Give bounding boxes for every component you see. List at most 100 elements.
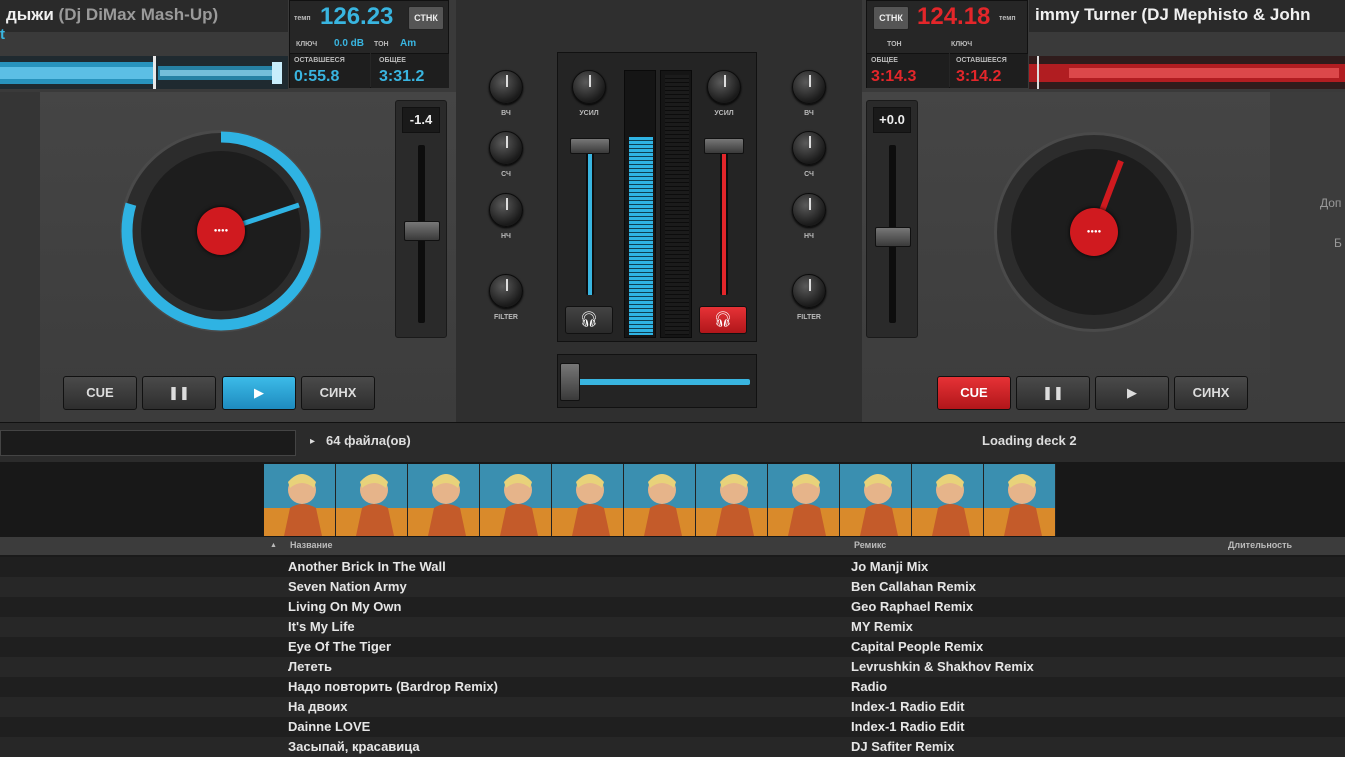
deck-right-cue-button[interactable]: CUE — [937, 376, 1011, 410]
album-cover[interactable] — [408, 464, 480, 536]
volume-left-track[interactable] — [586, 140, 594, 295]
volume-left-fader[interactable] — [570, 138, 610, 154]
deck-right-info: СТНК 124.18 темп ТОН КЛЮЧ ОБЩЕЕ 3:14.3 О… — [866, 0, 1028, 88]
file-count: 64 файла(ов) — [326, 433, 411, 448]
deck-right-pause-button[interactable]: ❚❚ — [1016, 376, 1090, 410]
table-header: ▲ Название Ремикс Длительность — [0, 537, 1345, 555]
eq-right-high-knob[interactable] — [792, 70, 826, 104]
search-input[interactable] — [0, 430, 296, 456]
gain-right-knob[interactable] — [707, 70, 741, 104]
deck-right-bpm: 124.18 — [917, 3, 991, 30]
vu-meter-left — [624, 70, 656, 338]
volume-right-track[interactable] — [720, 140, 728, 295]
key-label: КЛЮЧ — [296, 41, 318, 48]
deck-right-waveform[interactable] — [1029, 56, 1345, 89]
album-cover[interactable] — [480, 464, 552, 536]
deck-right-total: 3:14.3 — [871, 68, 917, 85]
deck-right-pitch-value: +0.0 — [873, 107, 911, 133]
album-cover[interactable] — [624, 464, 696, 536]
track-title: Лететь — [288, 659, 332, 674]
track-title: На двоих — [288, 699, 348, 714]
headphones-left-button[interactable]: 🎧︎ — [565, 306, 613, 334]
deck-right-jog-wheel[interactable]: ●●●● — [994, 132, 1194, 332]
eq-right-low-knob[interactable] — [792, 193, 826, 227]
bpm-label: темп — [294, 15, 311, 22]
deck-right-side-panel: Доп Б — [1270, 92, 1345, 422]
album-cover[interactable] — [336, 464, 408, 536]
deck-right-sync-button[interactable]: СИНХ — [1174, 376, 1248, 410]
total-box: ОБЩЕЕ 3:14.3 — [867, 53, 949, 88]
album-cover[interactable] — [264, 464, 336, 536]
deck-left-bpm: 126.23 — [320, 3, 394, 30]
file-count-arrow-icon: ▸ — [310, 436, 316, 447]
column-title[interactable]: Название — [290, 540, 332, 550]
album-cover[interactable] — [696, 464, 768, 536]
deck-right-pitch-panel: +0.0 — [866, 100, 918, 338]
total-box: ОБЩЕЕ 3:31.2 — [371, 53, 449, 88]
remaining-box: ОСТАВШЕЕСЯ 3:14.2 — [950, 53, 1028, 88]
deck-right-pitch-fader[interactable] — [875, 227, 911, 247]
track-remix: Index-1 Radio Edit — [851, 699, 965, 714]
deck-left-info: темп 126.23 СТНК КЛЮЧ 0.0 dB ТОН Am ОСТА… — [289, 0, 449, 88]
eq-left-high-knob[interactable] — [489, 70, 523, 104]
deck-right-remaining: 3:14.2 — [956, 68, 1002, 85]
track-remix: Levrushkin & Shakhov Remix — [851, 659, 1034, 674]
table-row[interactable]: Living On My Own Geo Raphael Remix — [0, 597, 1345, 617]
track-title: It's My Life — [288, 619, 355, 634]
deck-left-cue-button[interactable]: CUE — [63, 376, 137, 410]
track-title: Another Brick In The Wall — [288, 559, 446, 574]
table-row[interactable]: Another Brick In The Wall Jo Manji Mix — [0, 557, 1345, 577]
deck-right-title: immy Turner (DJ Mephisto & John — [1029, 0, 1345, 32]
album-cover[interactable] — [912, 464, 984, 536]
table-row[interactable]: Eye Of The Tiger Capital People Remix — [0, 637, 1345, 657]
track-remix: Index-1 Radio Edit — [851, 719, 965, 734]
album-cover[interactable] — [552, 464, 624, 536]
filter-right-knob[interactable] — [792, 274, 826, 308]
column-remix[interactable]: Ремикс — [854, 540, 886, 550]
headphones-right-button[interactable]: 🎧︎ — [699, 306, 747, 334]
column-duration[interactable]: Длительность — [1228, 540, 1292, 550]
table-row[interactable]: It's My Life MY Remix — [0, 617, 1345, 637]
gain-left-knob[interactable] — [572, 70, 606, 104]
table-row[interactable]: Засыпай, красавица DJ Safiter Remix — [0, 737, 1345, 757]
filter-left-knob[interactable] — [489, 274, 523, 308]
deck-left-play-button[interactable]: ▶ — [222, 376, 296, 410]
sort-arrow-icon: ▲ — [270, 542, 277, 549]
track-title: Eye Of The Tiger — [288, 639, 392, 654]
deck-left-waveform[interactable] — [0, 56, 288, 89]
track-remix: DJ Safiter Remix — [851, 739, 955, 754]
crossfader-panel — [557, 354, 757, 408]
deck-left-tone: Am — [400, 38, 417, 49]
table-row[interactable]: На двоих Index-1 Radio Edit — [0, 697, 1345, 717]
deck-right-jog-center: ●●●● — [1070, 208, 1118, 256]
deck-left-pause-button[interactable]: ❚❚ — [142, 376, 216, 410]
volume-right-fader[interactable] — [704, 138, 744, 154]
deck-left-jog-wheel[interactable]: ●●●● — [120, 130, 322, 332]
eq-left-low-knob[interactable] — [489, 193, 523, 227]
album-cover[interactable] — [840, 464, 912, 536]
deck-left-sync-button[interactable]: СИНХ — [301, 376, 375, 410]
crossfader-handle[interactable] — [560, 363, 580, 401]
bpm-label: темп — [999, 15, 1016, 22]
deck-left-pitch-fader[interactable] — [404, 221, 440, 241]
tone-label: ТОН — [887, 41, 902, 48]
table-row[interactable]: Надо повторить (Bardrop Remix) Radio — [0, 677, 1345, 697]
track-remix: Capital People Remix — [851, 639, 984, 654]
deck-left-sync-small-button[interactable]: СТНК — [408, 6, 444, 30]
tone-label: ТОН — [374, 41, 389, 48]
deck-right-sync-small-button[interactable]: СТНК — [873, 6, 909, 30]
eq-left-mid-knob[interactable] — [489, 131, 523, 165]
deck-left-title: дыжи (Dj DiMax Mash-Up) — [0, 0, 288, 32]
eq-right-mid-knob[interactable] — [792, 131, 826, 165]
track-remix: Radio — [851, 679, 888, 694]
deck-left-total: 3:31.2 — [379, 68, 425, 85]
track-remix: Geo Raphael Remix — [851, 599, 974, 614]
deck-right-play-button[interactable]: ▶ — [1095, 376, 1169, 410]
table-row[interactable]: Dainne LOVE Index-1 Radio Edit — [0, 717, 1345, 737]
crossfader-track[interactable] — [578, 379, 750, 385]
album-cover[interactable] — [984, 464, 1056, 536]
deck-left-remaining: 0:55.8 — [294, 68, 340, 85]
table-row[interactable]: Seven Nation Army Ben Callahan Remix — [0, 577, 1345, 597]
album-cover[interactable] — [768, 464, 840, 536]
table-row[interactable]: Лететь Levrushkin & Shakhov Remix — [0, 657, 1345, 677]
